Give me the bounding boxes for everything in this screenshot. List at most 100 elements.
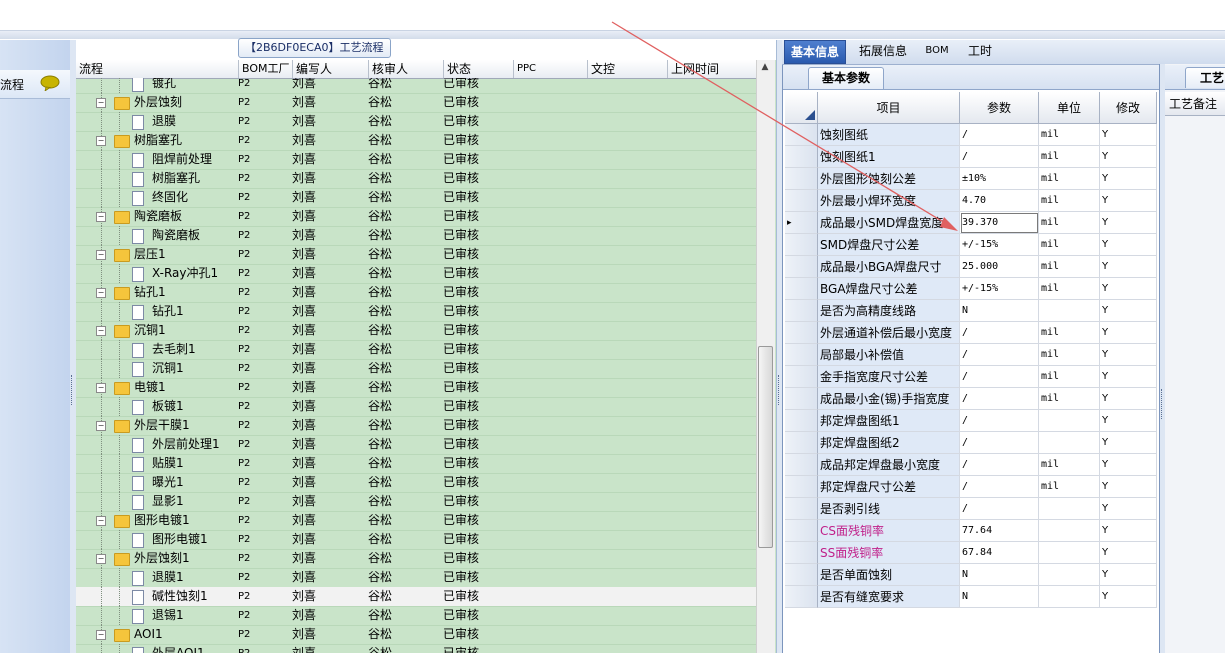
param-modify-flag[interactable]: Y (1100, 476, 1157, 498)
row-indicator[interactable] (785, 344, 818, 366)
param-modify-flag[interactable]: Y (1100, 520, 1157, 542)
collapse-toggle-icon[interactable]: − (96, 516, 106, 526)
tree-row[interactable]: 钻孔1 P2 刘喜 谷松 已审核 (76, 302, 756, 322)
tree-row[interactable]: 碱性蚀刻1 P2 刘喜 谷松 已审核 (76, 587, 756, 607)
row-indicator[interactable] (785, 190, 818, 212)
param-value-field[interactable]: / (960, 366, 1039, 388)
param-value-field[interactable]: N (960, 586, 1039, 608)
param-modify-flag[interactable]: Y (1100, 564, 1157, 586)
tree-row[interactable]: 贴膜1 P2 刘喜 谷松 已审核 (76, 454, 756, 474)
param-row[interactable]: ▸ 成品最小SMD焊盘宽度 39.370 mil Y (785, 212, 1157, 234)
tree-row[interactable]: 显影1 P2 刘喜 谷松 已审核 (76, 492, 756, 512)
row-indicator[interactable] (785, 256, 818, 278)
param-value-field[interactable]: / (960, 124, 1039, 146)
notes-header[interactable]: 工艺备注 (1165, 92, 1225, 116)
param-value-field[interactable]: ±10% (960, 168, 1039, 190)
grid-header-modify[interactable]: 修改 (1100, 92, 1157, 124)
collapse-toggle-icon[interactable]: − (96, 98, 106, 108)
tree-row[interactable]: 终固化 P2 刘喜 谷松 已审核 (76, 188, 756, 208)
param-modify-flag[interactable]: Y (1100, 124, 1157, 146)
row-indicator[interactable] (785, 124, 818, 146)
tree-row[interactable]: − 钻孔1 P2 刘喜 谷松 已审核 (76, 283, 756, 303)
chat-bubble-icon[interactable] (40, 75, 60, 91)
subtab-basic-params[interactable]: 基本参数 (808, 67, 884, 89)
tree-row[interactable]: X-Ray冲孔1 P2 刘喜 谷松 已审核 (76, 264, 756, 284)
row-indicator[interactable] (785, 322, 818, 344)
row-indicator[interactable] (785, 410, 818, 432)
param-value-field[interactable]: / (960, 476, 1039, 498)
param-row[interactable]: SMD焊盘尺寸公差 +/-15% mil Y (785, 234, 1157, 256)
tree-row[interactable]: 图形电镀1 P2 刘喜 谷松 已审核 (76, 530, 756, 550)
grid-header-unit[interactable]: 单位 (1039, 92, 1100, 124)
param-value-field[interactable]: / (960, 322, 1039, 344)
param-modify-flag[interactable]: Y (1100, 410, 1157, 432)
tree-scroll-thumb[interactable] (758, 346, 773, 548)
param-modify-flag[interactable]: Y (1100, 388, 1157, 410)
param-row[interactable]: 成品邦定焊盘最小宽度 / mil Y (785, 454, 1157, 476)
tree-row[interactable]: − 层压1 P2 刘喜 谷松 已审核 (76, 245, 756, 265)
param-value-field[interactable]: 77.64 (960, 520, 1039, 542)
tree-row[interactable]: − 外层干膜1 P2 刘喜 谷松 已审核 (76, 416, 756, 436)
param-value-field[interactable]: / (960, 388, 1039, 410)
param-modify-flag[interactable]: Y (1100, 344, 1157, 366)
param-value-field[interactable]: +/-15% (960, 278, 1039, 300)
tree-row[interactable]: 树脂塞孔 P2 刘喜 谷松 已审核 (76, 169, 756, 189)
param-value-field[interactable]: N (960, 564, 1039, 586)
param-value-field[interactable]: / (960, 410, 1039, 432)
row-indicator[interactable] (785, 366, 818, 388)
param-row[interactable]: 蚀刻图纸 / mil Y (785, 124, 1157, 146)
grid-header-value[interactable]: 参数 (960, 92, 1039, 124)
row-indicator[interactable] (785, 564, 818, 586)
tab-bom[interactable]: BOM (920, 40, 954, 62)
tree-row[interactable]: − 外层蚀刻 P2 刘喜 谷松 已审核 (76, 93, 756, 113)
col-status[interactable]: 状态 (443, 60, 513, 78)
param-modify-flag[interactable]: Y (1100, 212, 1157, 234)
collapse-toggle-icon[interactable]: − (96, 326, 106, 336)
col-reviewer[interactable]: 核审人 (368, 60, 443, 78)
param-modify-flag[interactable]: Y (1100, 432, 1157, 454)
tree-row[interactable]: − 外层蚀刻1 P2 刘喜 谷松 已审核 (76, 549, 756, 569)
tab-work-hours[interactable]: 工时 (962, 40, 998, 62)
param-value-field[interactable]: / (960, 146, 1039, 168)
row-indicator[interactable] (785, 586, 818, 608)
param-modify-flag[interactable]: Y (1100, 278, 1157, 300)
tree-row[interactable]: 外层前处理1 P2 刘喜 谷松 已审核 (76, 435, 756, 455)
param-row[interactable]: 是否剥引线 / Y (785, 498, 1157, 520)
param-row[interactable]: 外层通道补偿后最小宽度 / mil Y (785, 322, 1157, 344)
tree-row[interactable]: 沉铜1 P2 刘喜 谷松 已审核 (76, 359, 756, 379)
tree-row[interactable]: 退锡1 P2 刘喜 谷松 已审核 (76, 606, 756, 626)
param-row[interactable]: BGA焊盘尺寸公差 +/-15% mil Y (785, 278, 1157, 300)
tree-row[interactable]: − 树脂塞孔 P2 刘喜 谷松 已审核 (76, 131, 756, 151)
tree-row[interactable]: 退膜1 P2 刘喜 谷松 已审核 (76, 568, 756, 588)
param-row[interactable]: 外层图形蚀刻公差 ±10% mil Y (785, 168, 1157, 190)
param-modify-flag[interactable]: Y (1100, 454, 1157, 476)
tree-row[interactable]: 曝光1 P2 刘喜 谷松 已审核 (76, 473, 756, 493)
param-row[interactable]: 局部最小补偿值 / mil Y (785, 344, 1157, 366)
param-modify-flag[interactable]: Y (1100, 256, 1157, 278)
tree-row[interactable]: 退膜 P2 刘喜 谷松 已审核 (76, 112, 756, 132)
param-value-field[interactable]: / (960, 344, 1039, 366)
param-row[interactable]: 外层最小焊环宽度 4.70 mil Y (785, 190, 1157, 212)
col-doc-control[interactable]: 文控 (587, 60, 667, 78)
param-value-field[interactable]: / (960, 498, 1039, 520)
row-indicator[interactable] (785, 300, 818, 322)
tab-basic-info[interactable]: 基本信息 (784, 40, 846, 64)
collapse-toggle-icon[interactable]: − (96, 288, 106, 298)
param-modify-flag[interactable]: Y (1100, 586, 1157, 608)
param-value-field[interactable]: 67.84 (960, 542, 1039, 564)
row-indicator[interactable] (785, 278, 818, 300)
param-modify-flag[interactable]: Y (1100, 498, 1157, 520)
param-value-field[interactable]: / (960, 432, 1039, 454)
col-bom[interactable]: BOM工厂 (238, 60, 292, 78)
param-modify-flag[interactable]: Y (1100, 190, 1157, 212)
row-indicator[interactable] (785, 388, 818, 410)
tree-row[interactable]: − 电镀1 P2 刘喜 谷松 已审核 (76, 378, 756, 398)
scroll-up-icon[interactable]: ▲ (756, 62, 774, 76)
param-row[interactable]: 金手指宽度尺寸公差 / mil Y (785, 366, 1157, 388)
collapse-toggle-icon[interactable]: − (96, 421, 106, 431)
tree-row[interactable]: − 陶瓷磨板 P2 刘喜 谷松 已审核 (76, 207, 756, 227)
param-row[interactable]: 成品最小BGA焊盘尺寸 25.000 mil Y (785, 256, 1157, 278)
row-indicator[interactable]: ▸ (785, 212, 818, 234)
row-indicator[interactable] (785, 542, 818, 564)
param-row[interactable]: 成品最小金(锡)手指宽度 / mil Y (785, 388, 1157, 410)
